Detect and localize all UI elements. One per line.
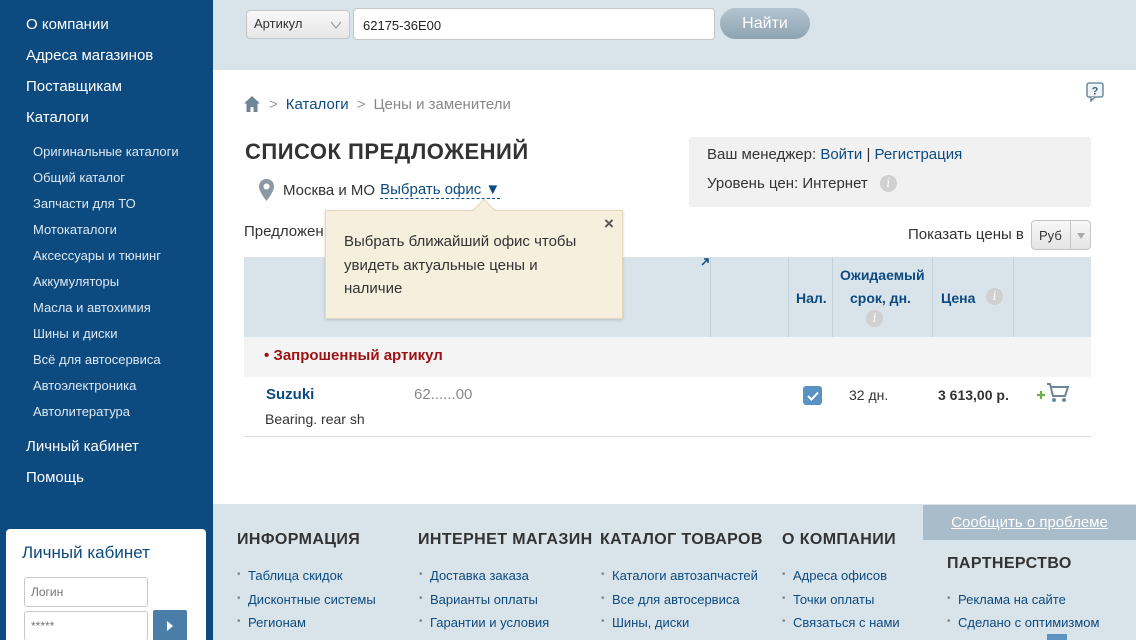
sidebar-item-about[interactable]: О компании [26,16,109,33]
requested-row: • Запрошенный артикул [244,337,1091,377]
login-link[interactable]: Войти [820,146,862,163]
footer-link[interactable]: Гарантии и условия [419,615,549,630]
sidebar-subitem-tires[interactable]: Шины и диски [33,326,117,341]
search-bar: Артикул 62175-36E00 Найти [213,0,1136,70]
location: Москва и МО Выбрать офис ▼ [258,178,501,202]
footer-link[interactable]: Варианты оплаты [419,592,538,607]
breadcrumb-separator: > [269,95,278,113]
login-box: Личный кабинет [6,529,206,640]
info-icon[interactable]: i [879,175,897,192]
report-problem-button[interactable]: Сообщить о проблеме [923,505,1136,540]
sidebar-subitem-original[interactable]: Оригинальные каталоги [33,144,179,159]
manager-label: Ваш менеджер: [707,146,817,163]
footer: ИНФОРМАЦИЯ Таблица скидок Дисконтные сис… [213,504,1136,640]
page-title: СПИСОК ПРЕДЛОЖЕНИЙ [245,139,529,164]
choose-office-link[interactable]: Выбрать офис ▼ [380,181,501,199]
office-tooltip: Выбрать ближайший офис чтобы увидеть акт… [325,198,623,319]
footer-link[interactable]: Доставка заказа [419,568,529,583]
footer-link[interactable]: Сделано с оптимизмом [947,615,1100,630]
currency-select[interactable]: Руб [1031,220,1091,250]
login-input[interactable] [24,577,148,607]
search-type-value: Артикул [254,16,303,31]
close-icon[interactable]: × [604,214,614,234]
show-prices-label: Показать цены в [908,226,1024,243]
home-icon[interactable] [243,95,261,113]
sidebar-item-help[interactable]: Помощь [26,469,84,486]
breadcrumb: > Каталоги > Цены и заменители [243,95,511,113]
footer-link[interactable]: Точки оплаты [782,592,874,607]
item-article: 62......00 [414,386,473,403]
info-icon[interactable]: i [866,310,883,327]
search-type-select[interactable]: Артикул [246,10,350,39]
header-price[interactable]: Цена [941,290,975,306]
offers-label: Предложен [244,223,324,240]
breadcrumb-separator: > [356,95,366,113]
login-submit-button[interactable] [153,610,187,640]
footer-link[interactable]: Шины, диски [601,615,689,630]
sidebar-subitem-moto[interactable]: Мотокаталоги [33,222,117,237]
price-level-label: Уровень цен: Интернет [707,175,868,192]
login-title: Личный кабинет [22,543,150,562]
tooltip-text: Выбрать ближайший офис чтобы увидеть акт… [344,233,577,297]
sidebar-item-cabinet[interactable]: Личный кабинет [26,438,139,455]
manager-box: Ваш менеджер: Войти | Регистрация Уровен… [689,137,1091,207]
sidebar-subitem-accessories[interactable]: Аксессуары и тюнинг [33,248,161,263]
sidebar-item-catalogs[interactable]: Каталоги [26,109,89,126]
sidebar-subitem-literature[interactable]: Автолитература [33,404,130,419]
password-input[interactable] [24,611,148,640]
footer-link[interactable]: Каталоги автозапчастей [601,568,758,583]
info-icon[interactable]: i [986,288,1003,305]
help-icon[interactable]: ? [1086,82,1105,102]
sidebar-subitem-general[interactable]: Общий каталог [33,170,125,185]
breadcrumb-current: Цены и заменители [373,95,511,113]
footer-link[interactable]: Таблица скидок [237,568,342,583]
header-availability[interactable]: Нал. [796,290,827,306]
footer-title-company: О КОМПАНИИ [782,531,897,548]
requested-label: • Запрошенный артикул [264,347,443,364]
footer-link[interactable]: Все для автосервиса [601,592,740,607]
footer-title-shop: ИНТЕРНЕТ МАГАЗИН [418,531,593,548]
sidebar-item-suppliers[interactable]: Поставщикам [26,78,122,95]
manager-separator: | [866,146,871,163]
register-link[interactable]: Регистрация [875,146,963,163]
footer-link[interactable]: Реклама на сайте [947,592,1066,607]
footer-link[interactable]: Регионам [237,615,306,630]
footer-title-info: ИНФОРМАЦИЯ [237,531,361,548]
sort-arrow-icon[interactable] [700,257,710,267]
header-term[interactable]: срок, дн. [850,290,911,306]
footer-link[interactable]: Связаться с нами [782,615,900,630]
header-expected[interactable]: Ожидаемый [840,267,925,283]
chevron-down-icon [331,21,341,29]
item-description: Bearing. rear sh [265,411,365,427]
sidebar-item-shops[interactable]: Адреса магазинов [26,47,153,64]
arrow-right-icon [167,621,173,631]
in-stock-checkbox [803,386,822,405]
svg-text:?: ? [1092,86,1099,98]
sidebar-subitem-batteries[interactable]: Аккумуляторы [33,274,119,289]
brand-link[interactable]: Suzuki [266,386,314,403]
breadcrumb-catalogs[interactable]: Каталоги [286,96,349,113]
sidebar: О компании Адреса магазинов Поставщикам … [0,0,213,640]
search-button[interactable]: Найти [720,8,810,39]
footer-link[interactable]: Адреса офисов [782,568,887,583]
footer-title-partner: ПАРТНЕРСТВО [947,555,1072,572]
sidebar-subitem-electronics[interactable]: Автоэлектроника [33,378,136,393]
table-row: Suzuki Bearing. rear sh 62......00 32 дн… [244,377,1091,437]
chevron-down-icon [1076,233,1085,239]
currency-value: Руб [1039,228,1062,243]
delivery-days: 32 дн. [849,387,889,403]
footer-link[interactable]: Дисконтные системы [237,592,376,607]
sidebar-subitem-service[interactable]: Всё для автосервиса [33,352,161,367]
location-city: Москва и МО [283,181,376,199]
sidebar-subitem-oils[interactable]: Масла и автохимия [33,300,151,315]
add-to-cart-icon[interactable] [1036,381,1070,405]
location-pin-icon [259,179,274,201]
scroll-up-button[interactable] [1047,634,1067,640]
check-icon [806,391,819,401]
item-price: 3 613,00 р. [938,387,1009,403]
search-input[interactable]: 62175-36E00 [353,8,715,40]
footer-title-catalog: КАТАЛОГ ТОВАРОВ [600,531,763,548]
sidebar-subitem-maintenance[interactable]: Запчасти для ТО [33,196,136,211]
